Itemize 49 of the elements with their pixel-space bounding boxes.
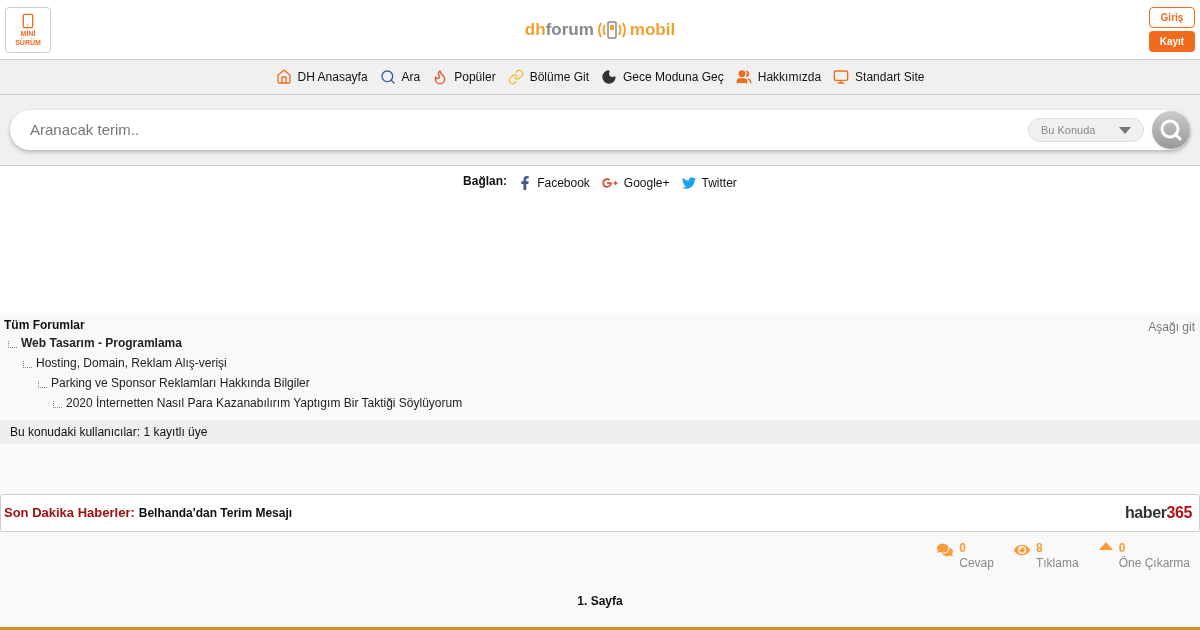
jump-down-link[interactable]: Aşağı git xyxy=(1148,318,1195,336)
social-link[interactable]: Facebook xyxy=(537,174,590,192)
breadcrumb-title[interactable]: Tüm Forumlar xyxy=(4,316,85,332)
search-icon xyxy=(1159,118,1183,142)
tree-connector-icon xyxy=(38,381,47,388)
comments-icon xyxy=(937,542,954,558)
google-plus-icon xyxy=(601,175,618,191)
nav-link[interactable]: Popüler xyxy=(454,68,496,86)
dropdown-caret-icon xyxy=(1119,126,1131,134)
breadcrumb-link[interactable]: 2020 İnternetten Nasıl Para Kazanabılırım Yaptıgım Bir Taktiği Söylüyorum xyxy=(66,394,463,412)
search-button[interactable] xyxy=(1152,111,1190,149)
nav-link[interactable]: Bölüme Git xyxy=(529,68,589,86)
twitter-icon xyxy=(681,176,696,190)
stat-count: 0 xyxy=(1118,541,1127,556)
breadcrumb-link[interactable]: Parking ve Sponsor Reklamları Hakkında Bilgiler xyxy=(51,374,310,392)
home-icon xyxy=(275,69,292,85)
tree-connector-icon xyxy=(8,341,17,348)
up-triangle-icon xyxy=(1098,542,1113,550)
breadcrumb-link[interactable]: Web Tasarım - Programlama xyxy=(21,334,182,352)
news-label: Son Dakika Haberler: xyxy=(4,504,135,523)
breadcrumb-link[interactable]: Hosting, Domain, Reklam Alış-verişi xyxy=(36,354,227,372)
facebook-icon xyxy=(519,176,532,190)
stat-label: Öne Çıkarma xyxy=(1118,556,1190,571)
social-link[interactable]: Twitter xyxy=(701,174,737,192)
nav-link[interactable]: Standart Site xyxy=(855,68,925,86)
link-icon xyxy=(507,69,524,85)
nav-link[interactable]: Ara xyxy=(401,68,421,86)
stat-count: 8 xyxy=(1035,541,1044,556)
tree-connector-icon xyxy=(53,401,62,408)
users-icon xyxy=(735,69,752,85)
search-icon xyxy=(379,69,396,85)
social-link[interactable]: Google+ xyxy=(623,174,670,192)
stat-label: Tıklama xyxy=(1035,556,1079,571)
users-bar: Bu konudaki kullanıcılar: 1 kayıtlı üye xyxy=(0,420,1200,444)
nav-link[interactable]: Hakkımızda xyxy=(757,68,822,86)
phone-icon xyxy=(20,12,36,29)
moon-icon xyxy=(601,69,617,85)
eye-icon xyxy=(1013,542,1030,558)
news-logo[interactable]: haber365 xyxy=(1124,501,1192,525)
monitor-icon xyxy=(833,69,850,85)
stat-count: 0 xyxy=(959,541,967,556)
stat-label: Cevap xyxy=(959,556,994,571)
news-headline[interactable]: Belhanda'dan Terim Mesajı xyxy=(138,504,293,522)
page-indicator: 1. Sayfa xyxy=(577,593,623,610)
tree-connector-icon xyxy=(23,361,32,368)
nav-link[interactable]: DH Anasayfa xyxy=(297,68,368,86)
connect-label: Bağlan: xyxy=(463,173,508,190)
nav-link[interactable]: Gece Moduna Geç xyxy=(623,68,724,86)
site-logo[interactable]: dhforum mobil xyxy=(524,16,676,43)
